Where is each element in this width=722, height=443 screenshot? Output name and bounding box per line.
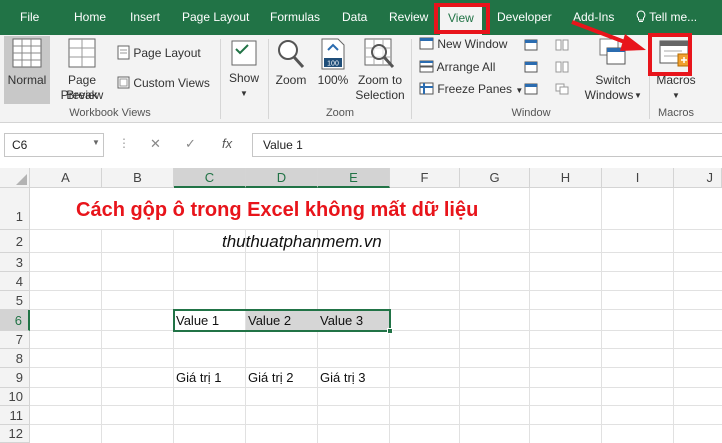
more-icon: ⋮ (118, 136, 130, 150)
row-header-1[interactable]: 1 (0, 188, 30, 230)
row-header-5[interactable]: 5 (0, 291, 30, 310)
column-header-j[interactable]: J (674, 168, 722, 188)
select-all-corner[interactable] (0, 168, 30, 188)
gridline (30, 367, 722, 368)
gridline (389, 230, 390, 443)
column-header-f[interactable]: F (390, 168, 460, 188)
gridline (30, 271, 722, 272)
row-header-4[interactable]: 4 (0, 272, 30, 291)
row-header-6[interactable]: 6 (0, 310, 30, 331)
gridline (173, 230, 174, 443)
cell-e9[interactable]: Giá trị 3 (318, 369, 366, 387)
row-header-12[interactable]: 12 (0, 425, 30, 443)
column-header-e[interactable]: E (318, 168, 390, 188)
gridline (317, 230, 318, 443)
name-box[interactable]: C6 (4, 133, 104, 157)
gridline (30, 252, 722, 253)
gridline (30, 387, 722, 388)
cancel-icon[interactable]: ✕ (150, 133, 161, 157)
gridline (30, 229, 722, 230)
select-all-triangle-icon (16, 174, 27, 185)
gridline (30, 348, 722, 349)
row-header-2[interactable]: 2 (0, 230, 30, 253)
fill-handle[interactable] (387, 328, 393, 334)
name-box-dropdown-icon[interactable]: ▼ (92, 138, 100, 147)
formula-input[interactable]: Value 1 (252, 133, 722, 157)
enter-icon[interactable]: ✓ (185, 133, 196, 157)
macros-highlight (648, 33, 692, 76)
column-header-g[interactable]: G (460, 168, 530, 188)
sheet-subtitle: thuthuatphanmem.vn (222, 232, 382, 251)
selection-range (173, 309, 391, 332)
insert-function-icon[interactable]: fx (222, 133, 232, 157)
sheet-title: Cách gộp ô trong Excel không mất dữ liệu (76, 199, 479, 221)
row-header-8[interactable]: 8 (0, 349, 30, 368)
row-header-3[interactable]: 3 (0, 253, 30, 272)
cell-d9[interactable]: Giá trị 2 (246, 369, 294, 387)
column-header-c[interactable]: C (174, 168, 246, 188)
cell-c9[interactable]: Giá trị 1 (174, 369, 222, 387)
worksheet-grid[interactable]: A B C D E F G H I J 1 2 3 4 5 6 7 8 9 10… (0, 168, 722, 443)
column-header-i[interactable]: I (602, 168, 674, 188)
gridline (30, 424, 722, 425)
column-header-h[interactable]: H (530, 168, 602, 188)
column-header-b[interactable]: B (102, 168, 174, 188)
formula-bar: C6 ▼ ⋮ ✕ ✓ fx Value 1 (0, 124, 722, 168)
gridline (245, 230, 246, 443)
row-header-9[interactable]: 9 (0, 368, 30, 388)
column-header-a[interactable]: A (30, 168, 102, 188)
gridline (459, 230, 460, 443)
row-header-11[interactable]: 11 (0, 406, 30, 425)
column-header-d[interactable]: D (246, 168, 318, 188)
row-header-7[interactable]: 7 (0, 331, 30, 349)
gridline (30, 405, 722, 406)
gridline (101, 230, 102, 443)
gridline (30, 290, 722, 291)
row-header-10[interactable]: 10 (0, 388, 30, 406)
